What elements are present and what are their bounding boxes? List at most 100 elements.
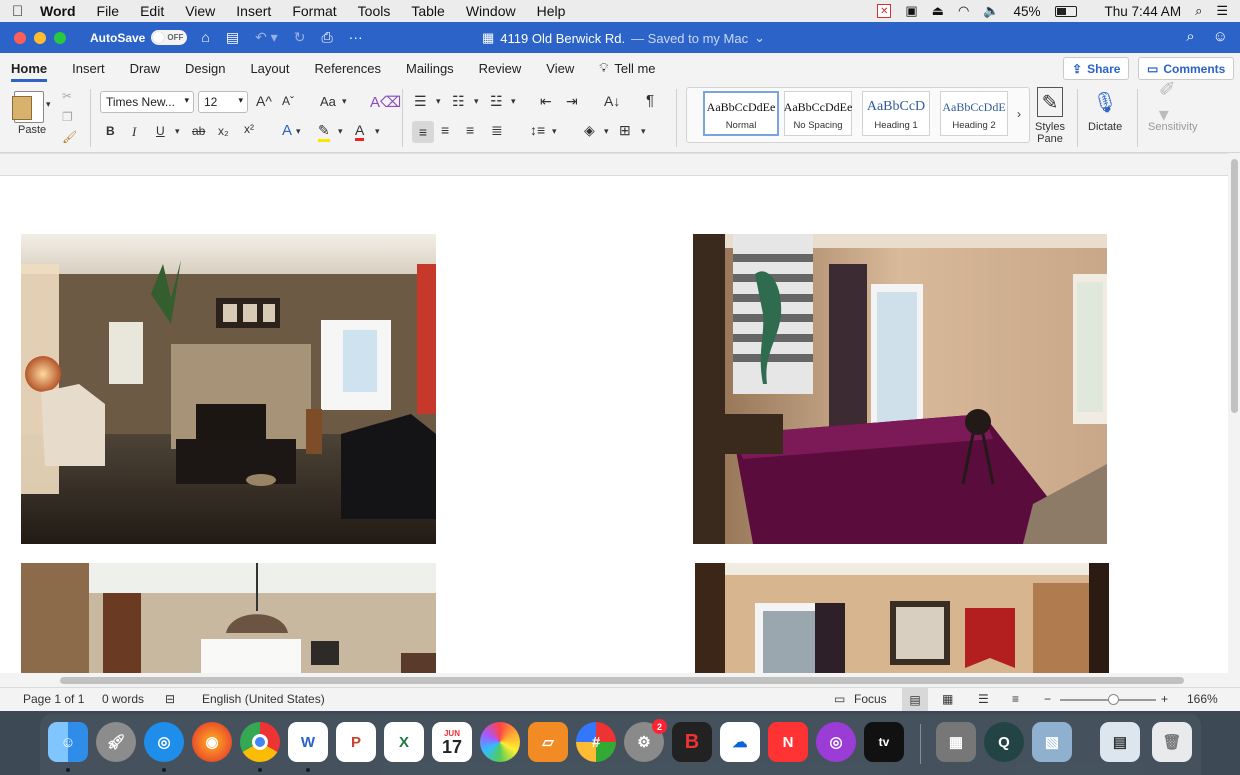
spotlight-search-icon[interactable]: ⌕ — [1195, 3, 1202, 19]
style-normal[interactable]: AaBbCcDdEe Normal — [703, 91, 779, 136]
paste-icon[interactable] — [12, 91, 44, 123]
slack-icon[interactable]: # — [576, 722, 616, 762]
text-effects-icon[interactable]: A — [282, 122, 292, 139]
save-icon[interactable]: ▤ — [226, 29, 239, 46]
font-name-select[interactable]: Times New... ▾ — [100, 91, 194, 113]
superscript-icon[interactable]: x² — [244, 122, 254, 136]
zoom-window-button[interactable] — [54, 31, 66, 44]
search-icon[interactable]: ⌕ — [1186, 28, 1194, 45]
menu-edit[interactable]: Edit — [140, 3, 164, 19]
living-room-photo[interactable] — [21, 234, 436, 544]
dining-room-photo[interactable] — [21, 563, 436, 673]
dictate-button[interactable]: 🎙︎ Dictate — [1088, 87, 1122, 134]
home-icon[interactable]: ⌂ — [201, 29, 209, 46]
menu-tools[interactable]: Tools — [358, 3, 391, 19]
zoom-in-icon[interactable]: + — [1161, 692, 1168, 706]
shrink-font-icon[interactable]: Aˇ — [282, 94, 294, 108]
font-color-icon[interactable]: A — [355, 122, 365, 141]
shading-icon[interactable]: ◈ — [584, 122, 595, 139]
chevron-down-icon[interactable]: ▾ — [604, 126, 609, 137]
copy-icon[interactable]: ❐ — [62, 110, 73, 124]
align-center-icon[interactable]: ≡ — [441, 122, 449, 138]
tab-view[interactable]: View — [546, 55, 574, 82]
change-case-button[interactable]: Aa — [320, 94, 336, 109]
minimize-window-button[interactable] — [34, 31, 46, 44]
highlight-icon[interactable]: ✎ — [318, 122, 330, 142]
draft-view-icon[interactable]: ≡ — [1012, 692, 1019, 706]
word-icon[interactable]: W — [288, 722, 328, 762]
align-left-icon[interactable]: ≡ — [412, 121, 434, 143]
autosave-toggle[interactable]: OFF — [151, 30, 188, 45]
menu-insert[interactable]: Insert — [236, 3, 271, 19]
focus-icon[interactable]: ▭ — [834, 692, 845, 706]
justify-icon[interactable]: ≣ — [491, 122, 503, 139]
proofing-icon[interactable]: ⊟ — [165, 692, 175, 706]
more-options-icon[interactable]: ··· — [349, 29, 363, 46]
web-layout-icon[interactable]: ▦ — [942, 692, 953, 706]
cut-icon[interactable]: ✂ — [62, 89, 72, 103]
chevron-down-icon[interactable]: ▾ — [296, 126, 301, 137]
volume-icon[interactable]: 🔈 — [983, 3, 999, 19]
underline-button[interactable]: U — [156, 124, 165, 138]
chevron-down-icon[interactable]: ▾ — [436, 96, 441, 107]
control-center-icon[interactable]: ☰ — [1216, 3, 1228, 19]
apple-tv-icon[interactable]: tv — [864, 722, 904, 762]
paste-dropdown-icon[interactable]: ▾ — [46, 99, 51, 110]
show-formatting-icon[interactable]: ¶ — [646, 92, 654, 109]
align-right-icon[interactable]: ≡ — [466, 122, 474, 138]
styles-pane-button[interactable]: ✎ Styles Pane — [1032, 87, 1068, 145]
close-window-button[interactable] — [14, 31, 26, 44]
share-button[interactable]: ⇪ Share — [1063, 57, 1130, 80]
numbering-icon[interactable]: ☷ — [452, 93, 465, 110]
language[interactable]: English (United States) — [202, 692, 325, 706]
print-layout-icon[interactable]: ▤ — [902, 688, 928, 711]
downloads-stack-icon[interactable]: ▤ — [1100, 722, 1140, 762]
menu-app-name[interactable]: Word — [40, 3, 76, 19]
cast-icon[interactable]: ▣ — [905, 3, 917, 19]
quicktime-icon[interactable]: Q — [984, 722, 1024, 762]
word-count[interactable]: 0 words — [102, 692, 144, 706]
clear-formatting-icon[interactable]: A⌫ — [370, 93, 401, 111]
excel-icon[interactable]: X — [384, 722, 424, 762]
feedback-smiley-icon[interactable]: ☺ — [1213, 28, 1228, 45]
menu-file[interactable]: File — [97, 3, 120, 19]
zoom-slider-thumb[interactable] — [1107, 694, 1119, 705]
page-count[interactable]: Page 1 of 1 — [23, 692, 84, 706]
wifi-icon[interactable]: ◠ — [958, 3, 969, 19]
font-size-select[interactable]: 12 ▾ — [198, 91, 248, 113]
system-preferences-icon[interactable]: ⚙ 2 — [624, 719, 667, 762]
outline-view-icon[interactable]: ☰ — [978, 692, 989, 706]
finder-icon[interactable]: ☺ — [48, 722, 88, 762]
menubar-clock[interactable]: Thu 7:44 AM — [1105, 4, 1182, 19]
calculator-icon[interactable]: ▦ — [936, 722, 976, 762]
chevron-down-icon[interactable]: ▾ — [474, 96, 479, 107]
podcasts-icon[interactable]: ◎ — [816, 722, 856, 762]
chrome-icon[interactable] — [240, 722, 280, 762]
focus-label[interactable]: Focus — [854, 692, 887, 706]
redo-icon[interactable]: ↻ — [294, 29, 306, 46]
styles-gallery-next-icon[interactable]: › — [1017, 107, 1021, 121]
tab-home[interactable]: Home — [11, 55, 48, 82]
menu-window[interactable]: Window — [466, 3, 516, 19]
borders-icon[interactable]: ⊞ — [619, 122, 631, 139]
italic-button[interactable]: I — [132, 124, 136, 140]
powerpoint-icon[interactable]: P — [336, 722, 376, 762]
sort-icon[interactable]: A↓ — [604, 93, 620, 109]
tab-references[interactable]: References — [315, 55, 381, 82]
chevron-down-icon[interactable]: ▾ — [342, 96, 347, 107]
document-title[interactable]: ▦ 4119 Old Berwick Rd. — Saved to my Mac… — [482, 30, 765, 46]
chevron-down-icon[interactable]: ▾ — [338, 126, 343, 137]
vertical-scroll-thumb[interactable] — [1231, 159, 1238, 413]
tab-mailings[interactable]: Mailings — [406, 55, 454, 82]
format-painter-icon[interactable]: 🖌︎ — [62, 130, 77, 144]
vertical-scrollbar[interactable] — [1228, 153, 1240, 673]
chevron-down-icon[interactable]: ▾ — [375, 126, 380, 137]
airplay-icon[interactable]: ⏏ — [932, 3, 944, 19]
style-heading-2[interactable]: AaBbCcDdE Heading 2 — [940, 91, 1008, 136]
undo-icon[interactable]: ↶ ▾ — [255, 29, 278, 46]
increase-indent-icon[interactable]: ⇥ — [566, 93, 578, 110]
decrease-indent-icon[interactable]: ⇤ — [540, 93, 552, 110]
document-canvas[interactable] — [0, 153, 1228, 673]
photos-icon[interactable] — [480, 722, 520, 762]
menu-help[interactable]: Help — [537, 3, 566, 19]
